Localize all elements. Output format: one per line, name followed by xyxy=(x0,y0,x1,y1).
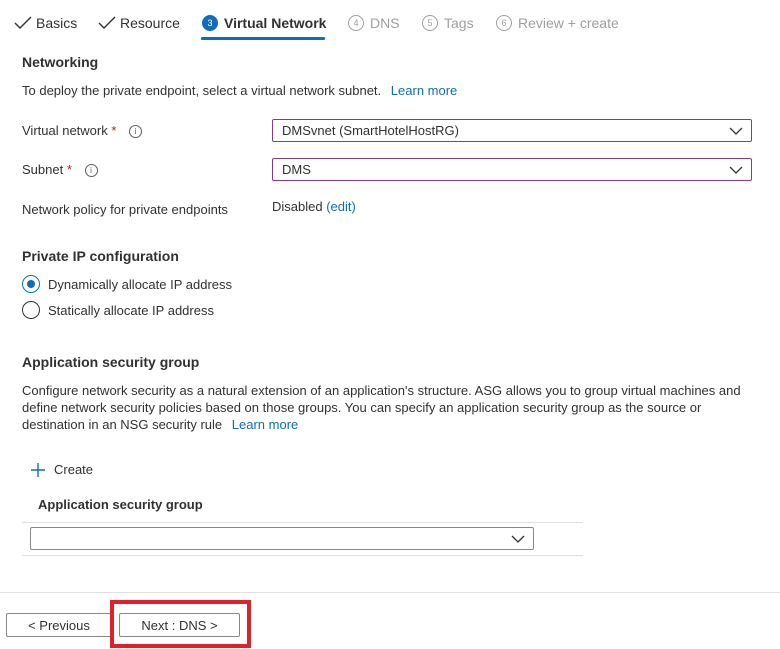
learn-more-link[interactable]: Learn more xyxy=(391,83,457,98)
info-icon[interactable]: i xyxy=(84,164,98,177)
radio-label: Statically allocate IP address xyxy=(48,302,214,318)
radio-button[interactable] xyxy=(22,275,40,293)
tab-dns[interactable]: 4 DNS xyxy=(348,11,400,35)
dropdown-value: DMS xyxy=(282,162,311,177)
create-asg-button[interactable]: Create xyxy=(30,461,93,478)
radio-label: Dynamically allocate IP address xyxy=(48,276,233,292)
active-tab-indicator xyxy=(201,37,325,40)
asg-dropdown[interactable] xyxy=(30,527,534,550)
asg-column-header: Application security group xyxy=(38,497,203,512)
tab-basics[interactable]: Basics xyxy=(14,11,77,35)
checkmark-icon xyxy=(14,16,32,29)
chevron-down-icon xyxy=(729,127,743,135)
asg-heading: Application security group xyxy=(22,354,200,370)
virtual-network-dropdown[interactable]: DMSvnet (SmartHotelHostRG) xyxy=(272,119,752,142)
description-text: To deploy the private endpoint, select a… xyxy=(22,83,382,98)
step-number-badge: 4 xyxy=(348,15,364,31)
edit-policy-link[interactable]: (edit) xyxy=(326,199,356,214)
tab-resource[interactable]: Resource xyxy=(98,11,180,35)
footer-divider xyxy=(0,592,780,593)
table-divider xyxy=(22,522,583,523)
tab-label: Review + create xyxy=(518,15,619,31)
asg-description: Configure network security as a natural … xyxy=(22,382,752,433)
networking-description: To deploy the private endpoint, select a… xyxy=(22,82,457,99)
chevron-down-icon xyxy=(511,535,525,543)
tab-label: Basics xyxy=(36,15,78,31)
subnet-dropdown[interactable]: DMS xyxy=(272,158,752,181)
tab-label: Virtual Network xyxy=(224,15,327,31)
tab-label: Resource xyxy=(120,15,180,31)
field-label: Virtual network xyxy=(22,123,108,138)
table-divider xyxy=(22,555,583,556)
step-number-badge: 6 xyxy=(496,15,512,31)
field-label: Subnet xyxy=(22,162,64,177)
description-text: Configure network security as a natural … xyxy=(22,383,741,432)
dropdown-value: DMSvnet (SmartHotelHostRG) xyxy=(282,123,459,138)
create-label: Create xyxy=(54,462,94,477)
network-policy-value: Disabled (edit) xyxy=(272,198,356,215)
learn-more-link[interactable]: Learn more xyxy=(232,417,298,432)
private-ip-heading: Private IP configuration xyxy=(22,248,179,264)
network-policy-label: Network policy for private endpoints xyxy=(22,202,228,217)
networking-heading: Networking xyxy=(22,54,99,70)
chevron-down-icon xyxy=(729,166,743,174)
policy-status: Disabled xyxy=(272,199,323,214)
tab-label: Tags xyxy=(444,15,474,31)
tab-review-create[interactable]: 6 Review + create xyxy=(496,11,619,35)
required-asterisk: * xyxy=(111,123,117,138)
subnet-label: Subnet * i xyxy=(22,161,98,178)
info-icon[interactable]: i xyxy=(129,125,143,138)
step-number-badge: 5 xyxy=(422,15,438,31)
required-asterisk: * xyxy=(66,162,72,177)
radio-dynamic-ip[interactable]: Dynamically allocate IP address xyxy=(22,275,232,293)
tab-tags[interactable]: 5 Tags xyxy=(422,11,474,35)
highlight-annotation-box xyxy=(110,600,251,648)
step-number-badge: 3 xyxy=(202,15,218,31)
previous-button[interactable]: < Previous xyxy=(6,613,112,637)
radio-button[interactable] xyxy=(22,301,40,319)
tab-virtual-network[interactable]: 3 Virtual Network xyxy=(202,11,326,35)
radio-static-ip[interactable]: Statically allocate IP address xyxy=(22,301,214,319)
tab-label: DNS xyxy=(370,15,400,31)
plus-icon xyxy=(31,462,45,477)
checkmark-icon xyxy=(98,16,116,29)
virtual-network-label: Virtual network * i xyxy=(22,122,143,139)
